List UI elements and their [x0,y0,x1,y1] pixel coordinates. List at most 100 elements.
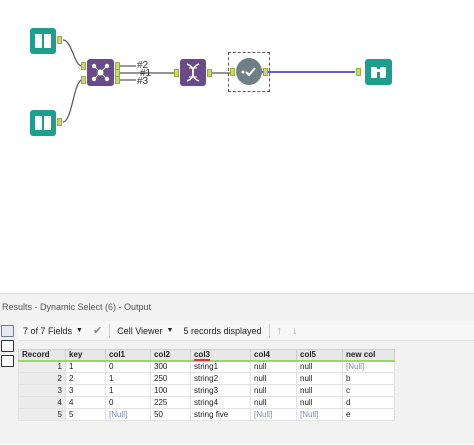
union-tool[interactable] [87,59,114,86]
fields-label: 7 of 7 Fields [23,325,73,336]
table-cell[interactable]: 50 [150,408,191,421]
output-anchor[interactable] [57,36,62,44]
table-cell[interactable]: 300 [150,360,191,373]
table-cell[interactable]: string1 [190,360,251,373]
table-cell[interactable]: 1 [65,360,106,373]
arrow-down-icon: ↓ [292,324,298,337]
dna-icon [186,63,200,82]
output-anchor-icon[interactable] [1,355,14,367]
table-cell[interactable]: 2 [65,372,106,385]
table-cell[interactable]: null [250,396,297,409]
table-body: 1 1 0 300 string1 null null [Null] 2 2 1 250 string2… [18,360,395,421]
table-row[interactable]: 3 3 1 100 string3 null null c [18,384,395,397]
column-header-key[interactable]: key [65,349,106,362]
input-anchor[interactable] [81,76,86,84]
table-cell[interactable]: [Null] [250,408,297,421]
table-cell[interactable]: [Null] [105,408,151,421]
table-cell[interactable]: string2 [190,372,251,385]
input-anchor-icon[interactable] [1,340,14,352]
toolbar-divider [109,323,111,338]
table-view-icon[interactable] [1,325,14,337]
table-cell[interactable]: null [296,360,343,373]
column-header-col3[interactable]: col3 [190,349,251,362]
column-header-new-col[interactable]: new col [342,349,395,362]
results-toolbar: 7 of 7 Fields ▼ ✔ Cell Viewer ▼ 5 record… [18,321,474,341]
output-anchor[interactable] [115,76,120,84]
table-cell[interactable]: b [342,372,395,385]
input-anchor[interactable] [174,69,179,77]
input-tool-2[interactable] [30,110,56,136]
table-row[interactable]: 2 2 1 250 string2 null null b [18,372,395,385]
connection-input1-union [62,39,83,67]
table-cell[interactable]: string five [190,408,251,421]
output-anchor[interactable] [57,118,62,126]
table-cell[interactable]: e [342,408,395,421]
binoculars-icon [371,67,386,78]
output-anchor[interactable] [207,69,212,77]
fields-dropdown[interactable]: 7 of 7 Fields ▼ [18,321,88,341]
scroll-up-button[interactable]: ↑ [272,321,288,341]
record-cell[interactable]: 3 [18,384,66,397]
table-cell[interactable]: d [342,396,395,409]
table-cell[interactable]: 0 [105,360,151,373]
table-row[interactable]: 5 5 [Null] 50 string five [Null] [Null] e [18,408,395,421]
column-header-col5[interactable]: col5 [296,349,343,362]
union-icon [91,63,110,82]
record-cell[interactable]: 2 [18,372,66,385]
connection-label-3: #3 [137,76,149,87]
table-cell[interactable]: null [250,384,297,397]
input-anchor[interactable] [356,68,361,76]
table-row[interactable]: 4 4 0 225 string4 null null d [18,396,395,409]
table-cell[interactable]: 225 [150,396,191,409]
apply-button[interactable]: ✔ [88,321,107,341]
select-tool[interactable] [236,58,262,85]
table-cell[interactable]: string3 [190,384,251,397]
table-cell[interactable]: 4 [65,396,106,409]
table-cell[interactable]: 0 [105,396,151,409]
input-anchor[interactable] [230,68,235,76]
column-header-col2[interactable]: col2 [150,349,191,362]
table-row[interactable]: 1 1 0 300 string1 null null [Null] [18,360,395,373]
cell-viewer-label: Cell Viewer [117,325,163,336]
book-icon [35,116,51,130]
results-title: Results - Dynamic Select (6) - Output [2,302,152,312]
check-icon: ✔ [92,325,103,337]
table-cell[interactable]: string4 [190,396,251,409]
arrow-up-icon: ↑ [276,324,283,337]
chevron-down-icon: ▼ [76,327,83,334]
table-cell[interactable]: 5 [65,408,106,421]
check-icon [241,67,256,77]
record-cell[interactable]: 4 [18,396,66,409]
connection-input2-union [62,79,83,123]
connections-layer [62,39,355,123]
column-header-record[interactable]: Record [18,349,66,362]
table-cell[interactable]: [Null] [296,408,343,421]
cell-viewer-dropdown[interactable]: Cell Viewer ▼ [112,321,178,341]
chevron-down-icon: ▼ [166,327,174,334]
input-tool-1[interactable] [30,28,56,54]
workflow-canvas[interactable]: #2 #1 #3 [0,0,474,292]
table-cell[interactable]: [Null] [342,360,395,373]
table-cell[interactable]: null [296,384,343,397]
table-cell[interactable]: null [250,372,297,385]
toolbar-divider [268,323,270,338]
table-cell[interactable]: null [296,372,343,385]
browse-tool[interactable] [365,59,392,85]
table-cell[interactable]: 3 [65,384,106,397]
input-anchor[interactable] [81,62,86,70]
output-anchor[interactable] [263,68,268,76]
dynamic-select-tool[interactable] [180,59,206,86]
table-cell[interactable]: null [250,360,297,373]
table-cell[interactable]: c [342,384,395,397]
record-cell[interactable]: 1 [18,360,66,373]
table-cell[interactable]: 100 [150,384,191,397]
results-table: Record key col1 col2 col3 col4 col5 new … [18,349,395,421]
table-cell[interactable]: 1 [105,372,151,385]
record-cell[interactable]: 5 [18,408,66,421]
table-cell[interactable]: null [296,396,343,409]
table-cell[interactable]: 250 [150,372,191,385]
column-header-col4[interactable]: col4 [250,349,297,362]
scroll-down-button[interactable]: ↓ [287,321,303,341]
table-cell[interactable]: 1 [105,384,151,397]
column-header-col1[interactable]: col1 [105,349,151,362]
